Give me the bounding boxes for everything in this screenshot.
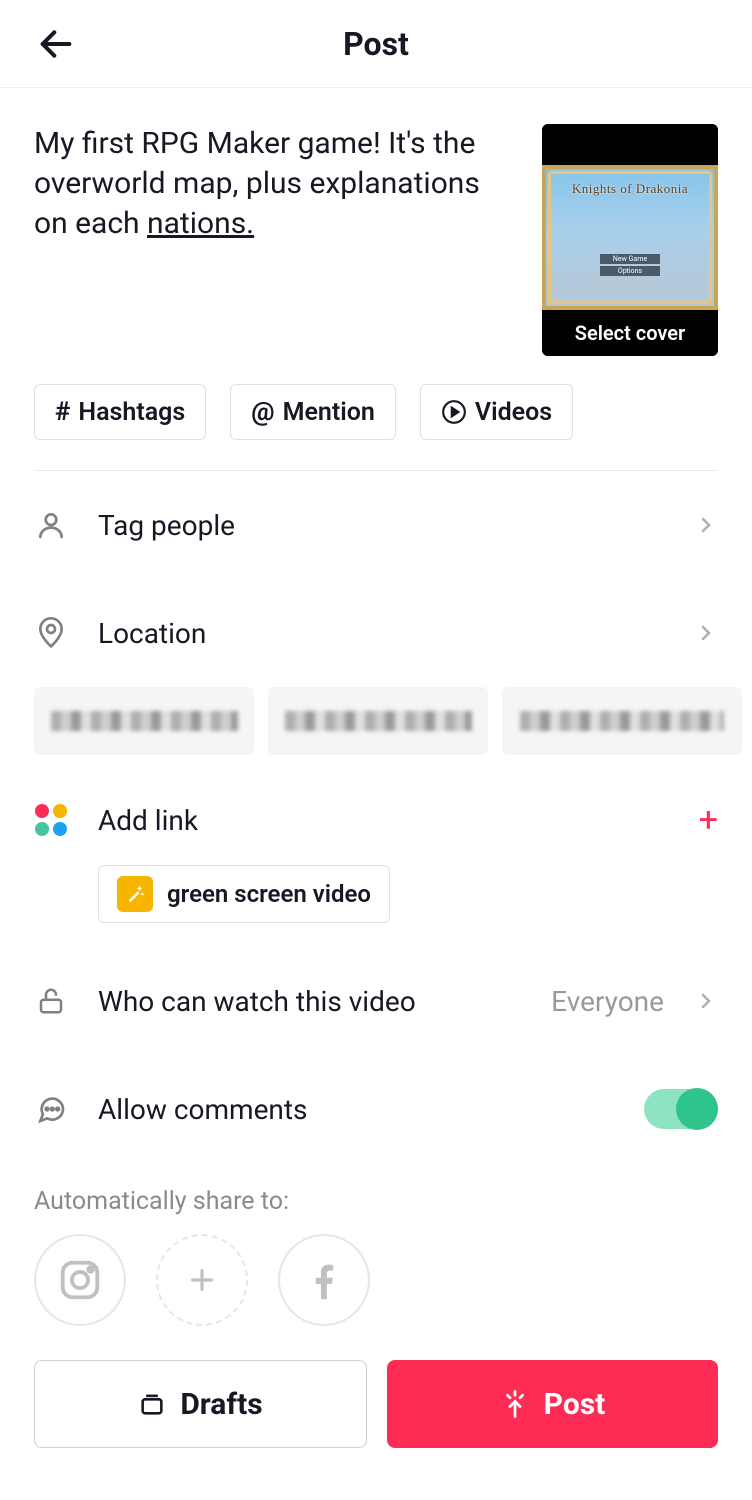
plus-circle-icon [183, 1261, 221, 1299]
location-suggestion-chip[interactable] [502, 687, 742, 755]
cover-menu-item: New Game [600, 254, 660, 264]
chevron-right-icon [694, 621, 718, 645]
add-link-label: Add link [98, 804, 669, 837]
location-row[interactable]: Location [34, 579, 718, 687]
allow-comments-row: Allow comments [34, 1055, 718, 1163]
drafts-icon [138, 1390, 166, 1418]
hashtags-chip-label: Hashtags [78, 398, 185, 427]
play-circle-icon [441, 399, 467, 425]
mention-chip[interactable]: @ Mention [230, 384, 396, 440]
drafts-label: Drafts [180, 1387, 262, 1422]
plus-icon[interactable]: + [699, 803, 718, 837]
allow-comments-label: Allow comments [98, 1093, 614, 1126]
share-facebook-button[interactable] [278, 1234, 370, 1326]
caption-misspelled-word: nations. [147, 206, 254, 241]
caption-text: My first RPG Maker game! It's the overwo… [34, 126, 480, 241]
lock-open-icon [36, 984, 66, 1018]
videos-chip[interactable]: Videos [420, 384, 573, 440]
caption-input[interactable]: My first RPG Maker game! It's the overwo… [34, 124, 512, 244]
cover-image: Knights of Drakonia New Game Options [542, 124, 718, 310]
chevron-right-icon [694, 513, 718, 537]
location-suggestion-chip[interactable] [34, 687, 254, 755]
location-suggestions [0, 687, 752, 775]
select-cover-label: Select cover [542, 310, 718, 356]
privacy-label: Who can watch this video [98, 985, 521, 1018]
add-link-icon [35, 804, 67, 836]
back-button[interactable] [34, 22, 78, 66]
add-link-row[interactable]: Add link + [34, 775, 718, 865]
magic-wand-icon [117, 876, 153, 912]
effect-label: green screen video [167, 880, 371, 908]
location-label: Location [98, 617, 664, 650]
header: Post [0, 0, 752, 88]
location-pin-icon [35, 616, 67, 650]
cover-menu-item: Options [600, 266, 660, 276]
page-title: Post [343, 25, 409, 63]
at-icon: @ [251, 397, 274, 427]
post-sparkle-icon [500, 1389, 530, 1419]
instagram-icon [57, 1257, 103, 1303]
tag-people-row[interactable]: Tag people [34, 471, 718, 579]
allow-comments-toggle[interactable] [644, 1089, 718, 1129]
post-label: Post [544, 1387, 606, 1422]
back-arrow-icon [36, 24, 76, 64]
facebook-icon [301, 1257, 347, 1303]
share-add-button[interactable] [156, 1234, 248, 1326]
hashtags-chip[interactable]: # Hashtags [34, 384, 206, 440]
share-row [34, 1234, 718, 1356]
location-suggestion-chip[interactable] [268, 687, 488, 755]
chevron-right-icon [694, 989, 718, 1013]
tag-people-label: Tag people [98, 509, 664, 542]
mention-chip-label: Mention [283, 398, 375, 427]
cover-game-title: Knights of Drakonia [546, 181, 714, 197]
share-instagram-button[interactable] [34, 1234, 126, 1326]
comment-icon [35, 1093, 67, 1125]
caption-row: My first RPG Maker game! It's the overwo… [34, 88, 718, 384]
hash-icon: # [55, 397, 70, 427]
caption-chip-row: # Hashtags @ Mention Videos [34, 384, 718, 471]
bottom-buttons: Drafts Post [34, 1360, 718, 1448]
cover-thumbnail[interactable]: Knights of Drakonia New Game Options Sel… [542, 124, 718, 356]
post-button[interactable]: Post [387, 1360, 718, 1448]
person-icon [35, 509, 67, 541]
privacy-row[interactable]: Who can watch this video Everyone [34, 947, 718, 1055]
videos-chip-label: Videos [475, 398, 552, 427]
green-screen-video-chip[interactable]: green screen video [98, 865, 390, 923]
drafts-button[interactable]: Drafts [34, 1360, 367, 1448]
share-section-label: Automatically share to: [34, 1163, 718, 1234]
privacy-value: Everyone [551, 985, 664, 1018]
